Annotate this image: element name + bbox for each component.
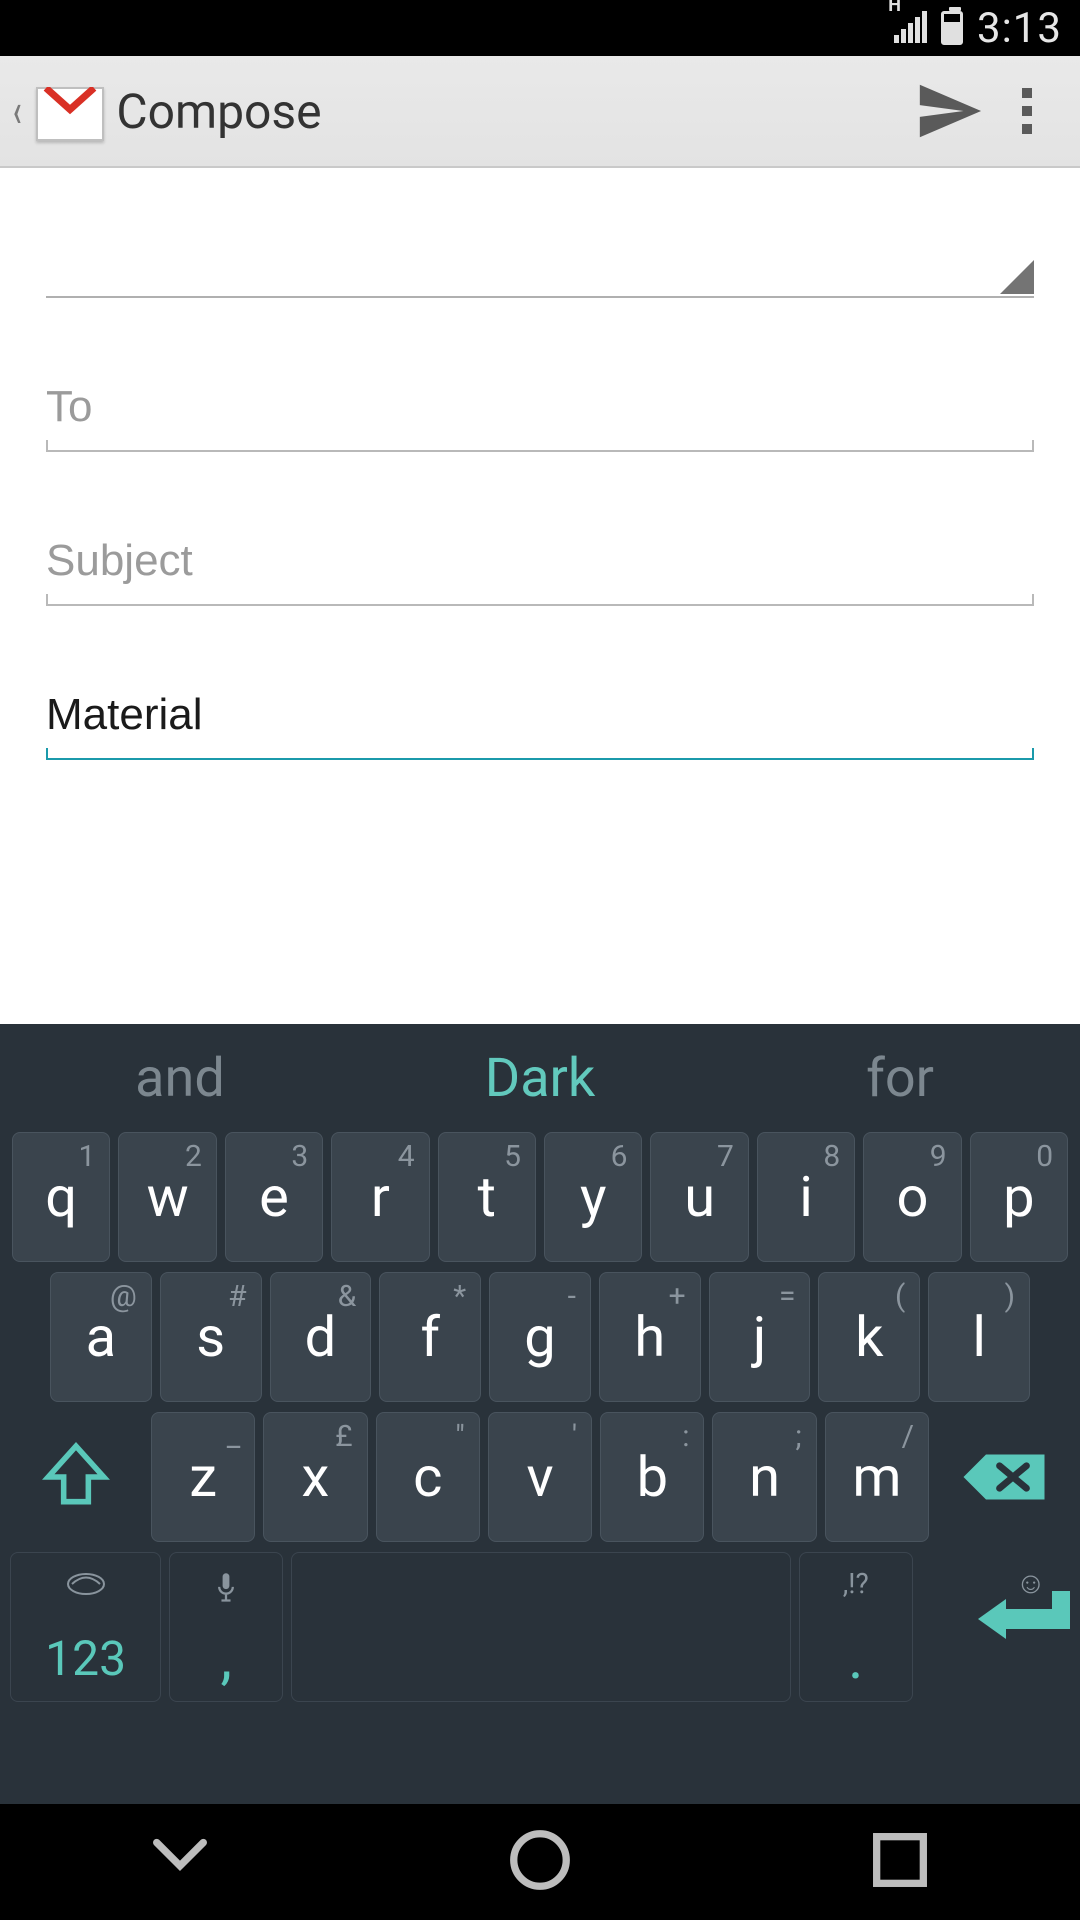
enter-key[interactable]: ☺: [921, 1552, 1070, 1702]
key-a[interactable]: @a: [50, 1272, 152, 1402]
gmail-icon: [34, 81, 106, 141]
suggestion-middle[interactable]: Dark: [360, 1047, 720, 1110]
suggestion-left[interactable]: and: [0, 1047, 360, 1110]
key-q[interactable]: 1q: [12, 1132, 110, 1262]
back-caret-icon: ‹: [13, 84, 22, 138]
shift-key[interactable]: [10, 1412, 143, 1542]
suggestion-bar: and Dark for: [0, 1024, 1080, 1132]
key-v[interactable]: 'v: [488, 1412, 592, 1542]
to-field[interactable]: [46, 362, 1034, 462]
overflow-menu-button[interactable]: [1014, 80, 1040, 142]
nav-back-icon: [145, 1825, 215, 1895]
soft-keyboard: and Dark for 1q2w3e4r5t6y7u8i9o0p @a#s&d…: [0, 1024, 1080, 1804]
numbers-key[interactable]: 123: [10, 1552, 161, 1702]
key-h[interactable]: +h: [599, 1272, 701, 1402]
backspace-icon: [959, 1447, 1049, 1507]
key-w[interactable]: 2w: [118, 1132, 216, 1262]
nav-home-button[interactable]: [505, 1825, 575, 1899]
clock-label: 3:13: [977, 4, 1062, 53]
battery-icon: [941, 11, 963, 45]
microphone-icon: [212, 1571, 240, 1613]
key-e[interactable]: 3e: [225, 1132, 323, 1262]
key-m[interactable]: /m: [825, 1412, 929, 1542]
key-b[interactable]: :b: [600, 1412, 704, 1542]
period-key[interactable]: ,!? .: [799, 1552, 913, 1702]
system-nav-bar: [0, 1804, 1080, 1920]
nav-recent-icon: [865, 1825, 935, 1895]
key-s[interactable]: #s: [160, 1272, 262, 1402]
send-button[interactable]: [914, 76, 984, 146]
network-type-label: H: [888, 0, 901, 16]
key-t[interactable]: 5t: [438, 1132, 536, 1262]
key-p[interactable]: 0p: [970, 1132, 1068, 1262]
emoji-icon: ☺: [1015, 1566, 1046, 1601]
subject-field[interactable]: [46, 516, 1034, 616]
up-nav-button[interactable]: ‹ Compose: [10, 81, 900, 141]
subject-input[interactable]: [46, 516, 1034, 604]
key-i[interactable]: 8i: [757, 1132, 855, 1262]
suggestion-right[interactable]: for: [720, 1047, 1080, 1110]
status-bar: H 3:13: [0, 0, 1080, 56]
shift-icon: [39, 1440, 113, 1514]
key-y[interactable]: 6y: [544, 1132, 642, 1262]
nav-home-icon: [505, 1825, 575, 1895]
key-u[interactable]: 7u: [650, 1132, 748, 1262]
key-g[interactable]: -g: [489, 1272, 591, 1402]
key-o[interactable]: 9o: [863, 1132, 961, 1262]
swype-icon: [66, 1569, 106, 1607]
action-bar: ‹ Compose: [0, 56, 1080, 168]
from-field[interactable]: [46, 208, 1034, 308]
key-d[interactable]: &d: [270, 1272, 372, 1402]
nav-recent-button[interactable]: [865, 1825, 935, 1899]
body-input[interactable]: [46, 670, 1034, 758]
comma-key[interactable]: ,: [169, 1552, 283, 1702]
key-l[interactable]: )l: [928, 1272, 1030, 1402]
key-n[interactable]: ;n: [712, 1412, 816, 1542]
key-f[interactable]: *f: [379, 1272, 481, 1402]
to-input[interactable]: [46, 362, 1034, 450]
overflow-menu-icon: [1022, 88, 1032, 98]
compose-form: [0, 168, 1080, 1024]
key-c[interactable]: "c: [376, 1412, 480, 1542]
signal-icon: H: [894, 13, 927, 43]
body-field[interactable]: [46, 670, 1034, 770]
key-x[interactable]: £x: [263, 1412, 367, 1542]
space-key[interactable]: [291, 1552, 791, 1702]
key-k[interactable]: (k: [818, 1272, 920, 1402]
backspace-key[interactable]: [937, 1412, 1070, 1542]
key-z[interactable]: _z: [151, 1412, 255, 1542]
from-input[interactable]: [46, 208, 1034, 296]
nav-back-button[interactable]: [145, 1825, 215, 1899]
spinner-caret-icon[interactable]: [1000, 260, 1034, 294]
page-title: Compose: [116, 83, 321, 140]
key-j[interactable]: =j: [709, 1272, 811, 1402]
key-r[interactable]: 4r: [331, 1132, 429, 1262]
